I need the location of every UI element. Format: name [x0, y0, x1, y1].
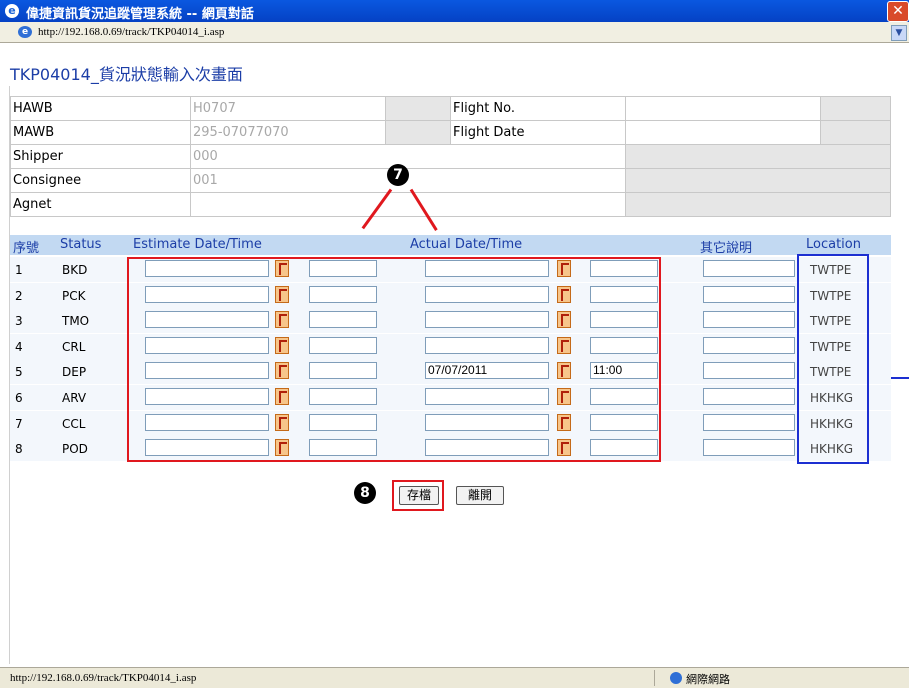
- annotation-highlight-location: [797, 254, 869, 464]
- shipper-label: Shipper: [10, 144, 191, 169]
- row-status: PCK: [62, 288, 86, 303]
- col-other: 其它說明: [700, 241, 753, 256]
- row-seq: 6: [15, 391, 23, 405]
- page-icon: e: [18, 26, 32, 38]
- annotation-line: [891, 377, 909, 379]
- annotation-highlight-save: [392, 480, 444, 511]
- shipment-header-table: HAWB H0707 Flight No. MAWB 295-07077070 …: [10, 96, 891, 217]
- other-note-input[interactable]: [703, 362, 795, 380]
- row-seq: 2: [15, 288, 23, 303]
- chevron-down-icon[interactable]: ▼: [891, 25, 907, 41]
- other-note-input[interactable]: [703, 439, 795, 457]
- col-estimate: Estimate Date/Time: [133, 237, 262, 252]
- flight-date-label: Flight Date: [450, 120, 626, 145]
- row-status: CCL: [62, 416, 86, 431]
- row-status: BKD: [62, 263, 88, 277]
- col-actual: Actual Date/Time: [410, 237, 523, 252]
- other-note-input[interactable]: [703, 311, 795, 329]
- row-seq: 4: [15, 339, 23, 354]
- spacer-cell: [385, 96, 451, 121]
- window-title: 偉捷資訊貨況追蹤管理系統 -- 網頁對話: [26, 7, 254, 22]
- flight-date-field[interactable]: [625, 120, 821, 145]
- status-url: http://192.168.0.69/track/TKP04014_i.asp: [10, 672, 197, 684]
- status-table-header: 序號 Status Estimate Date/Time Actual Date…: [10, 235, 891, 256]
- status-bar: http://192.168.0.69/track/TKP04014_i.asp…: [0, 667, 909, 688]
- consignee-label: Consignee: [10, 168, 191, 193]
- col-status: Status: [60, 237, 102, 252]
- address-bar: e http://192.168.0.69/track/TKP04014_i.a…: [0, 22, 909, 43]
- row-status: CRL: [62, 339, 86, 354]
- other-note-input[interactable]: [703, 336, 795, 354]
- flight-no-label: Flight No.: [450, 96, 626, 121]
- callout-7-badge: 7: [387, 164, 409, 186]
- other-note-input[interactable]: [703, 285, 795, 303]
- security-zone: 網際網路: [686, 673, 730, 686]
- status-divider: [654, 670, 655, 686]
- row-seq: 7: [15, 416, 23, 431]
- row-status: POD: [62, 442, 88, 457]
- row-seq: 5: [15, 365, 23, 380]
- address-url: http://192.168.0.69/track/TKP04014_i.asp: [38, 26, 225, 38]
- leave-button[interactable]: 離開: [456, 486, 504, 505]
- row-status: TMO: [62, 314, 90, 329]
- spacer-cell: [820, 96, 891, 121]
- hawb-value: H0707: [190, 96, 386, 121]
- spacer-cell: [625, 144, 891, 169]
- other-note-input[interactable]: [703, 388, 795, 405]
- hawb-label: HAWB: [10, 96, 191, 121]
- spacer-cell: [625, 168, 891, 193]
- agnet-label: Agnet: [10, 192, 191, 217]
- row-status: ARV: [62, 391, 87, 405]
- mawb-label: MAWB: [10, 120, 191, 145]
- close-button[interactable]: ✕: [887, 1, 909, 22]
- shipper-value: 000: [190, 144, 626, 169]
- page-title: TKP04014_貨況狀態輸入次畫面: [10, 65, 243, 84]
- spacer-cell: [625, 192, 891, 217]
- spacer-cell: [820, 120, 891, 145]
- col-location: Location: [806, 237, 861, 252]
- callout-8-badge: 8: [354, 482, 376, 504]
- other-note-input[interactable]: [703, 260, 795, 277]
- row-seq: 8: [15, 442, 23, 457]
- row-status: DEP: [62, 365, 87, 380]
- spacer-cell: [385, 120, 451, 145]
- flight-no-field[interactable]: [625, 96, 821, 121]
- globe-icon: [670, 672, 682, 684]
- window-titlebar: e 偉捷資訊貨況追蹤管理系統 -- 網頁對話 ✕: [0, 0, 909, 22]
- agnet-value: [190, 192, 626, 217]
- row-seq: 1: [15, 263, 23, 277]
- col-seq: 序號: [13, 241, 40, 256]
- mawb-value: 295-07077070: [190, 120, 386, 145]
- ie-logo-icon: e: [5, 4, 19, 18]
- row-seq: 3: [15, 314, 23, 329]
- other-note-input[interactable]: [703, 413, 795, 431]
- annotation-highlight-dates: [127, 257, 661, 462]
